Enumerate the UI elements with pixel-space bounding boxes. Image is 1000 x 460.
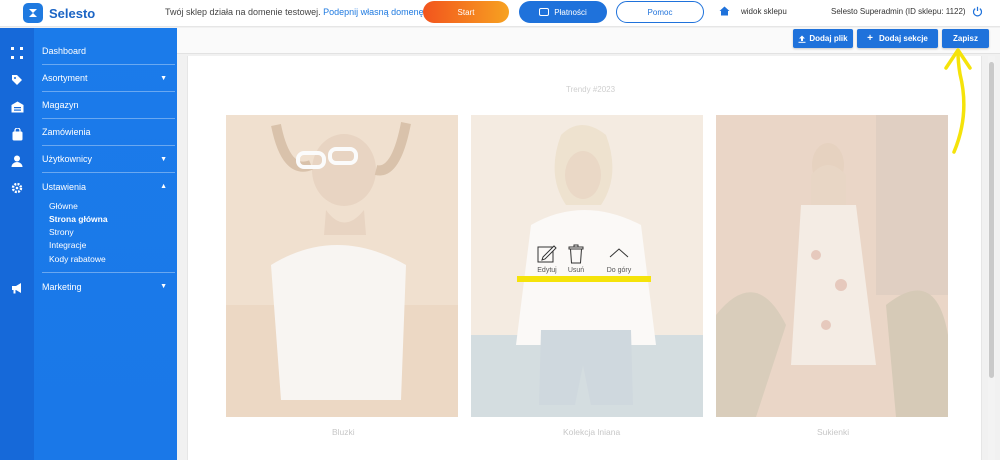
upload-icon (798, 35, 806, 43)
bag-icon[interactable] (10, 127, 24, 141)
power-icon[interactable] (972, 6, 983, 17)
sidebar-item-uzytkownicy[interactable]: Użytkownicy ▼ (42, 146, 175, 173)
caret-down-icon: ▼ (160, 283, 167, 290)
card-icon (539, 8, 550, 16)
sidebar-item-ustawienia[interactable]: Ustawienia ▲ (42, 173, 175, 200)
payments-label: Płatności (554, 7, 587, 17)
sidebar-item-label: Ustawienia (42, 181, 87, 192)
sidebar-item-marketing[interactable]: Marketing ▼ (42, 273, 175, 300)
add-section-label: Dodaj sekcje (878, 34, 928, 43)
sidebar-item-label: Asortyment (42, 73, 88, 83)
caret-down-icon: ▼ (160, 155, 167, 163)
logo[interactable]: Selesto (23, 2, 95, 24)
sidebar-item-label: Dashboard (42, 46, 87, 56)
category-caption-kolekcja-lniana: Kolekcja lniana (563, 427, 621, 437)
move-up-label: Do góry (606, 267, 632, 274)
top-bar: Selesto Twój sklep działa na domenie tes… (0, 0, 1000, 27)
category-image-sukienki[interactable] (716, 115, 948, 417)
logo-icon (23, 3, 43, 23)
warehouse-icon[interactable] (10, 100, 24, 114)
chevron-up-icon (609, 248, 629, 258)
sidebar-item-magazyn[interactable]: Magazyn (42, 92, 175, 119)
sidebar-item-zamowienia[interactable]: Zamówienia (42, 119, 175, 146)
home-icon[interactable] (719, 6, 730, 16)
trash-icon (568, 244, 584, 264)
sidebar-item-label: Magazyn (42, 100, 79, 110)
submenu-item-strony[interactable]: Strony (49, 227, 74, 237)
brand-name: Selesto (49, 5, 96, 21)
submenu-item-kody-rabatowe[interactable]: Kody rabatowe (49, 254, 106, 264)
caret-up-icon: ▲ (160, 183, 167, 190)
move-up-tool[interactable]: Do góry (605, 244, 633, 274)
category-caption-bluzki: Bluzki (332, 427, 355, 437)
help-button[interactable]: Pomoc (616, 1, 704, 23)
add-section-button[interactable]: + Dodaj sekcje (857, 29, 938, 48)
annotation-highlight-bar (517, 276, 651, 282)
scrollbar-thumb[interactable] (989, 62, 994, 378)
sidebar-item-label: Marketing (42, 281, 82, 292)
start-button[interactable]: Start (423, 1, 509, 23)
connect-domain-link[interactable]: Podepnij własną domenę (323, 7, 424, 17)
delete-label: Usuń (567, 267, 585, 274)
sidebar-item-label: Zamówienia (42, 127, 91, 137)
tags-icon[interactable] (10, 73, 24, 87)
category-image-bluzki[interactable] (226, 115, 458, 417)
payments-button[interactable]: Płatności (519, 1, 607, 23)
edit-tool[interactable]: Edytuj (537, 244, 557, 274)
submenu-item-integracje[interactable]: Integracje (49, 240, 86, 250)
delete-tool[interactable]: Usuń (567, 244, 585, 274)
submenu-item-glowne[interactable]: Główne (49, 201, 78, 211)
domain-notice-text: Twój sklep działa na domenie testowej. (165, 7, 321, 17)
category-caption-sukienki: Sukienki (817, 427, 850, 437)
add-file-label: Dodaj plik (809, 34, 848, 43)
action-toolbar: Dodaj plik + Dodaj sekcje Zapisz (177, 28, 1000, 54)
shop-view-link[interactable]: widok sklepu (741, 7, 787, 16)
gear-icon[interactable] (10, 181, 24, 195)
edit-icon (537, 245, 557, 263)
sidebar-item-dashboard[interactable]: Dashboard (42, 38, 175, 65)
user-info: Selesto Superadmin (ID sklepu: 1122) (831, 7, 966, 16)
sidebar-item-label: Użytkownicy (42, 154, 93, 164)
sidebar-icon-rail (0, 28, 34, 460)
sidebar-nav: Dashboard Asortyment ▼ Magazyn Zamówieni… (34, 28, 177, 460)
category-image-kolekcja-lniana[interactable] (471, 115, 703, 417)
grid-icon[interactable] (10, 46, 24, 60)
submenu-item-strona-glowna[interactable]: Strona główna (49, 214, 108, 224)
caret-down-icon: ▼ (160, 74, 167, 82)
add-file-button[interactable]: Dodaj plik (793, 29, 853, 48)
domain-notice: Twój sklep działa na domenie testowej. P… (165, 7, 424, 17)
annotation-arrow-icon (944, 48, 972, 154)
section-title: Trendy #2023 (566, 85, 616, 94)
sidebar-item-asortyment[interactable]: Asortyment ▼ (42, 65, 175, 92)
user-icon[interactable] (10, 154, 24, 168)
megaphone-icon[interactable] (10, 281, 24, 295)
edit-label: Edytuj (537, 267, 557, 274)
plus-icon: + (867, 33, 873, 44)
